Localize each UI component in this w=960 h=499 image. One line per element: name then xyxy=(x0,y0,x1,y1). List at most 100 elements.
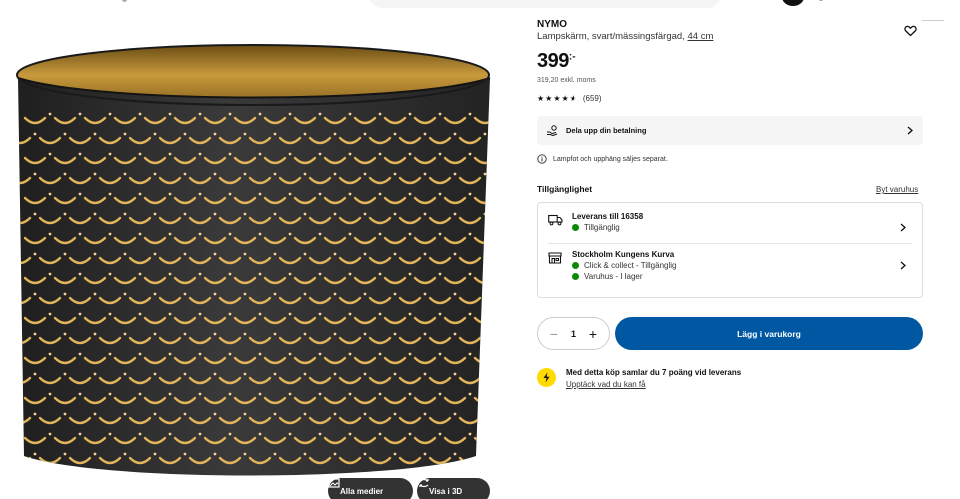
star-icon: ★ xyxy=(545,93,553,103)
shade-perforation-dot xyxy=(483,452,487,456)
shade-perforation-dot xyxy=(408,192,412,196)
shade-perforation-dot xyxy=(78,392,82,396)
account-icon[interactable] xyxy=(782,0,804,6)
shade-perforation-dot xyxy=(258,352,262,356)
delivery-title: Leverans till 16358 xyxy=(572,212,644,221)
shade-perforation-dot xyxy=(333,372,337,376)
price-value: 399 xyxy=(537,50,569,72)
shade-perforation-dot xyxy=(393,412,397,416)
shade-perforation-dot xyxy=(483,372,487,376)
shade-perforation-dot xyxy=(153,252,157,256)
shade-perforation-dot xyxy=(408,112,412,116)
chevron-right-icon xyxy=(900,223,906,232)
shade-perforation-dot xyxy=(438,352,442,356)
view-3d-label: Visa i 3D xyxy=(429,486,463,496)
shade-perforation-dot xyxy=(123,172,127,176)
view-3d-button[interactable]: Visa i 3D xyxy=(417,478,490,499)
shade-perforation-dot xyxy=(183,372,187,376)
shade-perforation-dot xyxy=(378,352,382,356)
shade-perforation-dot xyxy=(438,232,442,236)
shade-perforation-dot xyxy=(423,292,427,296)
delivery-option[interactable]: Leverans till 16358 Tillgänglig xyxy=(548,212,912,244)
shade-perforation-dot xyxy=(123,252,127,256)
lightning-icon xyxy=(543,372,550,383)
shade-perforation-dot xyxy=(273,172,277,176)
shade-perforation-dot xyxy=(93,412,97,416)
decrease-quantity-button[interactable]: − xyxy=(548,327,560,341)
shade-perforation-dot xyxy=(363,212,367,216)
heart-icon xyxy=(904,25,917,37)
shade-perforation-dot xyxy=(363,292,367,296)
shade-perforation-dot xyxy=(288,152,292,156)
quantity-value[interactable]: 1 xyxy=(571,329,576,339)
gallery-icon xyxy=(328,478,340,488)
shade-perforation-dot xyxy=(363,372,367,376)
shade-perforation-dot xyxy=(78,352,82,356)
shade-perforation-dot xyxy=(168,392,172,396)
shade-perforation-dot xyxy=(228,272,232,276)
add-to-cart-button[interactable]: Lägg i varukorg xyxy=(615,317,923,350)
shade-perforation-dot xyxy=(153,452,157,456)
shade-perforation-dot xyxy=(393,372,397,376)
shade-perforation-dot xyxy=(468,192,472,196)
change-store-link[interactable]: Byt varuhus xyxy=(876,185,918,194)
shade-perforation-dot xyxy=(378,392,382,396)
shade-perforation-dot xyxy=(108,192,112,196)
shade-perforation-dot xyxy=(333,172,337,176)
shade-perforation-dot xyxy=(123,452,127,456)
shade-perforation-dot xyxy=(63,172,67,176)
shade-perforation-dot xyxy=(213,292,217,296)
shade-perforation-dot xyxy=(438,392,442,396)
shade-perforation-dot xyxy=(228,232,232,236)
shade-perforation-dot xyxy=(318,152,322,156)
shade-perforation-dot xyxy=(333,132,337,136)
loyalty-link[interactable]: Upptäck vad du kan få xyxy=(566,380,741,389)
shade-perforation-dot xyxy=(273,412,277,416)
shade-perforation-dot xyxy=(243,252,247,256)
shade-perforation-dot xyxy=(423,132,427,136)
shade-perforation-dot xyxy=(393,172,397,176)
shade-perforation-dot xyxy=(78,312,82,316)
chevron-right-icon xyxy=(907,126,913,135)
star-icon: ★ xyxy=(553,93,561,103)
shade-perforation xyxy=(18,456,32,465)
quantity-stepper: − 1 + xyxy=(537,317,610,350)
shade-perforation-dot xyxy=(168,312,172,316)
shade-perforation-dot xyxy=(499,433,502,436)
increase-quantity-button[interactable]: + xyxy=(587,327,599,341)
star-icon: ★ xyxy=(561,93,569,103)
shade-perforation-dot xyxy=(78,112,82,116)
store-title: Stockholm Kungens Kurva xyxy=(572,250,675,259)
shade-perforation-dot xyxy=(78,272,82,276)
shade-perforation-dot xyxy=(499,313,502,316)
shade-perforation-dot xyxy=(123,372,127,376)
rating[interactable]: ★ ★ ★ ★ ★ (659) xyxy=(537,94,602,103)
shade-perforation-dot xyxy=(363,252,367,256)
shade-perforation-dot xyxy=(93,332,97,336)
shade-perforation-dot xyxy=(168,152,172,156)
shade-perforation-dot xyxy=(468,232,472,236)
store-option[interactable]: Stockholm Kungens Kurva Click & collect … xyxy=(548,250,912,281)
shade-perforation-dot xyxy=(408,232,412,236)
shade-perforation-dot xyxy=(363,132,367,136)
shade-perforation-dot xyxy=(348,152,352,156)
click-collect-text: Click & collect - Tillgänglig xyxy=(584,261,677,270)
shade-perforation-dot xyxy=(138,312,142,316)
product-size-link[interactable]: 44 cm xyxy=(687,31,713,42)
all-media-button[interactable]: Alla medier xyxy=(328,478,413,499)
shade-perforation-dot xyxy=(288,352,292,356)
shade-perforation-dot xyxy=(423,332,427,336)
favorite-button[interactable] xyxy=(904,24,917,42)
shade-perforation-dot xyxy=(48,312,52,316)
shade-perforation-dot xyxy=(213,212,217,216)
hand-coin-icon xyxy=(547,125,558,136)
shade-perforation-dot xyxy=(123,292,127,296)
all-media-label: Alla medier xyxy=(340,486,384,496)
shade-perforation-dot xyxy=(243,212,247,216)
installment-payment-banner[interactable]: Dela upp din betalning xyxy=(537,116,923,145)
shade-perforation-dot xyxy=(453,292,457,296)
shade-perforation-dot xyxy=(78,432,82,436)
in-store-status: Varuhus - I lager xyxy=(572,272,900,281)
info-note: Lampfot och upphäng säljes separat. xyxy=(537,154,668,164)
shade-perforation-dot xyxy=(33,452,37,456)
